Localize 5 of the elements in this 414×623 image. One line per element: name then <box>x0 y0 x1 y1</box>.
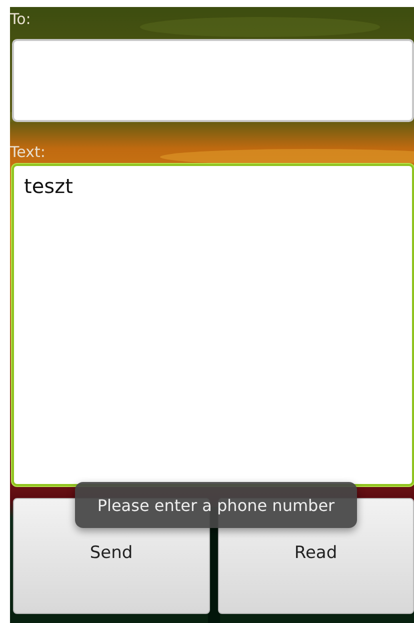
text-label: Text: <box>10 142 46 163</box>
message-field[interactable]: teszt <box>12 164 414 486</box>
toast-message: Please enter a phone number <box>75 482 357 528</box>
to-label: To: <box>10 9 32 30</box>
recipient-field[interactable] <box>12 39 414 122</box>
